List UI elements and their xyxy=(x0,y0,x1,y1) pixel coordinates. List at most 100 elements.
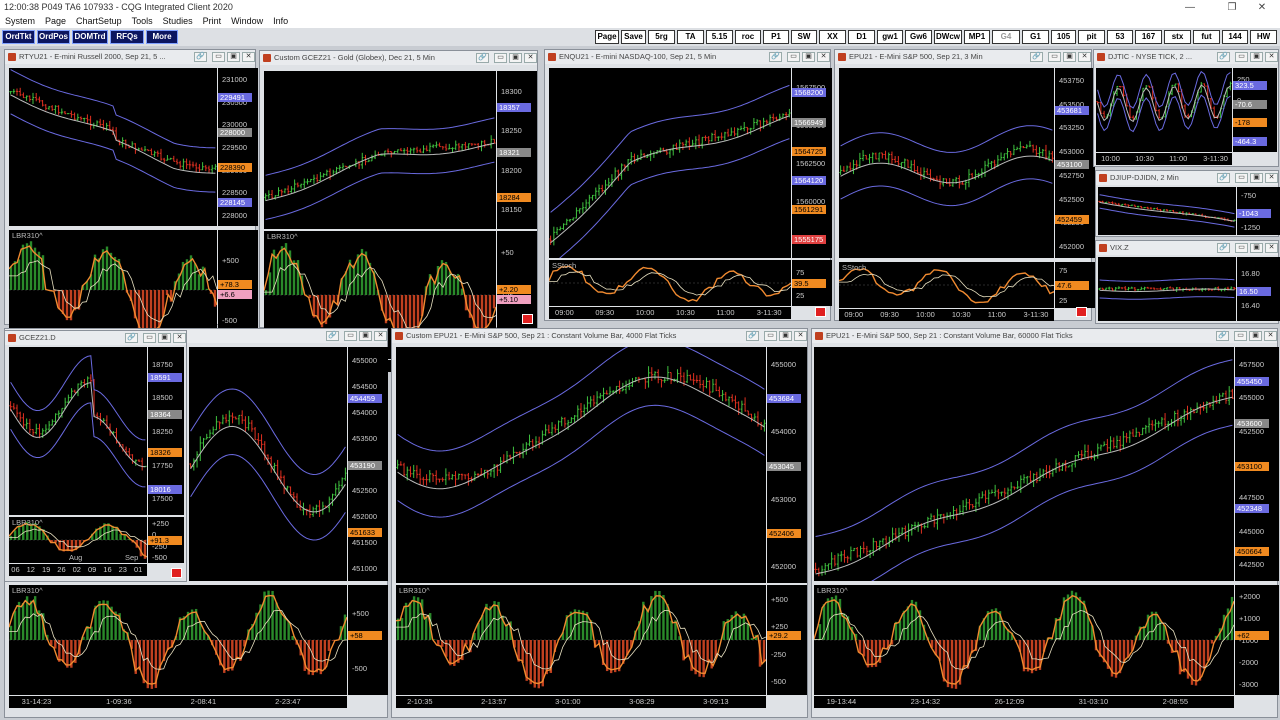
toolbar-button-3[interactable]: TA xyxy=(677,30,704,44)
menu-chartsetup[interactable]: ChartSetup xyxy=(71,15,127,28)
maximize-icon[interactable]: ▣ xyxy=(1063,52,1076,62)
minimize-icon[interactable]: ▭ xyxy=(1235,173,1248,183)
quick-button-domtrd[interactable]: DOMTrd xyxy=(72,30,108,44)
toolbar-button-19[interactable]: 167 xyxy=(1135,30,1162,44)
close-icon[interactable]: ✕ xyxy=(1265,243,1278,253)
link-icon[interactable]: 🔗 xyxy=(1217,173,1230,183)
chart-window-ep4k[interactable]: Custom EPU21 - E-Mini S&P 500, Sep 21 : … xyxy=(391,328,808,718)
maximize-icon[interactable]: ▣ xyxy=(802,52,815,62)
window-title-bar[interactable]: DJIUP-DJIDN, 2 Min 🔗 ▭ ▣ ✕ xyxy=(1096,171,1278,185)
minimize-icon[interactable]: ▭ xyxy=(764,331,777,341)
window-title-bar[interactable]: VIX.Z 🔗 ▭ ▣ ✕ xyxy=(1096,241,1278,255)
toolbar-button-7[interactable]: SW xyxy=(791,30,817,44)
maximize-icon[interactable]: ▣ xyxy=(779,331,792,341)
chart-window-gcd[interactable]: GCEZ21.D 🔗 ▭ ▣ ✕ 18750 18500 18250 17750 17500 185… xyxy=(4,330,187,582)
indicator-plot[interactable]: LBR310^ xyxy=(396,585,766,695)
minimize-icon[interactable]: ▭ xyxy=(1048,52,1061,62)
toolbar-button-23[interactable]: HW xyxy=(1250,30,1277,44)
toolbar-button-22[interactable]: 144 xyxy=(1222,30,1248,44)
chart-window-rty[interactable]: RTYU21 - E-mini Russell 2000, Sep 21, 5 … xyxy=(4,49,258,363)
chart-window-ep60k[interactable]: EPU21 - E-Mini S&P 500, Sep 21 : Constan… xyxy=(811,328,1279,718)
menu-system[interactable]: System xyxy=(0,15,40,28)
price-plot[interactable] xyxy=(549,68,791,258)
toolbar-button-4[interactable]: 5.15 xyxy=(706,30,733,44)
corner-flag-icon[interactable] xyxy=(171,568,182,578)
quick-button-ordtkt[interactable]: OrdTkt xyxy=(2,30,35,44)
toolbar-button-12[interactable]: DWcw xyxy=(934,30,962,44)
maximize-icon[interactable]: ▣ xyxy=(1250,173,1263,183)
toolbar-button-15[interactable]: G1 xyxy=(1022,30,1049,44)
indicator-plot[interactable]: LBR310^ xyxy=(9,585,347,695)
link-icon[interactable]: 🔗 xyxy=(1217,52,1230,62)
minimize-icon[interactable]: — xyxy=(1172,0,1208,15)
quick-button-rfqs[interactable]: RFQs xyxy=(110,30,144,44)
close-icon[interactable]: ✕ xyxy=(817,52,830,62)
chart-window-gc[interactable]: Custom GCEZ21 - Gold (Globex), Dec 21, 5… xyxy=(259,50,538,372)
close-icon[interactable]: ✕ xyxy=(524,53,537,63)
close-icon[interactable]: ✕ xyxy=(1244,0,1280,15)
link-icon[interactable]: 🔗 xyxy=(194,52,207,62)
toolbar-button-2[interactable]: 5rg xyxy=(648,30,675,44)
close-icon[interactable]: ✕ xyxy=(173,333,186,343)
toolbar-button-8[interactable]: XX xyxy=(819,30,846,44)
chart-window-vix[interactable]: VIX.Z 🔗 ▭ ▣ ✕ 16.80 16.40 16.50 xyxy=(1095,240,1280,324)
toolbar-button-17[interactable]: pit xyxy=(1078,30,1105,44)
minimize-icon[interactable]: ▭ xyxy=(1235,243,1248,253)
quick-button-ordpos[interactable]: OrdPos xyxy=(37,30,70,44)
minimize-icon[interactable]: ▭ xyxy=(1234,331,1247,341)
close-icon[interactable]: ✕ xyxy=(1265,52,1278,62)
chart-window-ditic[interactable]: DJTIC - NYSE TICK, 2 ...🔗▭▣✕2500-250-500… xyxy=(1093,49,1279,167)
window-title-bar[interactable]: ENQU21 - E-mini NASDAQ-100, Sep 21, 5 Mi… xyxy=(545,50,830,64)
price-plot[interactable] xyxy=(1098,187,1236,235)
minimize-icon[interactable]: ▭ xyxy=(344,331,357,341)
price-plot[interactable] xyxy=(264,71,496,229)
toolbar-button-18[interactable]: 53 xyxy=(1107,30,1133,44)
chart-window-ep3[interactable]: EPU21 - E-Mini S&P 500, Sep 21, 3 Min 🔗 ▭ ▣… xyxy=(834,49,1095,321)
maximize-icon[interactable]: ▣ xyxy=(1250,243,1263,253)
toolbar-button-0[interactable]: Page xyxy=(595,30,619,44)
maximize-icon[interactable]: ▣ xyxy=(509,53,522,63)
price-plot[interactable] xyxy=(814,347,1234,581)
toolbar-button-20[interactable]: stx xyxy=(1164,30,1191,44)
toolbar-button-14[interactable]: G4 xyxy=(992,30,1020,44)
maximize-icon[interactable]: ▣ xyxy=(1250,52,1263,62)
corner-flag-icon[interactable] xyxy=(1076,307,1087,317)
link-icon[interactable]: 🔗 xyxy=(1030,52,1043,62)
chart-window-enq[interactable]: ENQU21 - E-mini NASDAQ-100, Sep 21, 5 Mi… xyxy=(544,49,832,321)
link-icon[interactable]: 🔗 xyxy=(1217,243,1230,253)
toolbar-button-9[interactable]: D1 xyxy=(848,30,875,44)
corner-flag-icon[interactable] xyxy=(815,307,826,317)
menu-info[interactable]: Info xyxy=(268,15,293,28)
menu-page[interactable]: Page xyxy=(40,15,71,28)
window-title-bar[interactable]: Custom EPU21 - E-Mini S&P 500, Sep 21 : … xyxy=(392,329,807,343)
link-icon[interactable]: 🔗 xyxy=(1216,331,1229,341)
window-title-bar[interactable]: EPU21 - E-Mini S&P 500, Sep 21 : Constan… xyxy=(812,329,1277,343)
link-icon[interactable]: 🔗 xyxy=(476,53,489,63)
close-icon[interactable]: ✕ xyxy=(1265,173,1278,183)
toolbar-button-10[interactable]: gw1 xyxy=(877,30,903,44)
minimize-icon[interactable]: ▭ xyxy=(143,333,156,343)
maximize-icon[interactable]: ▣ xyxy=(359,331,372,341)
toolbar-button-13[interactable]: MP1 xyxy=(964,30,990,44)
menu-tools[interactable]: Tools xyxy=(127,15,158,28)
menu-print[interactable]: Print xyxy=(198,15,227,28)
price-plot[interactable] xyxy=(396,347,766,583)
minimize-icon[interactable]: ▭ xyxy=(787,52,800,62)
quick-button-more[interactable]: More xyxy=(146,30,178,44)
price-plot[interactable] xyxy=(1098,257,1236,321)
window-title-bar[interactable]: GCEZ21.D 🔗 ▭ ▣ ✕ xyxy=(5,331,186,345)
maximize-icon[interactable]: ▣ xyxy=(158,333,171,343)
window-title-bar[interactable]: EPU21 - E-Mini S&P 500, Sep 21, 3 Min 🔗 ▭ ▣… xyxy=(835,50,1091,64)
maximize-icon[interactable]: ▣ xyxy=(227,52,240,62)
minimize-icon[interactable]: ▭ xyxy=(1235,52,1248,62)
toolbar-button-5[interactable]: roc xyxy=(735,30,761,44)
menu-studies[interactable]: Studies xyxy=(158,15,198,28)
toolbar-button-11[interactable]: Gw6 xyxy=(905,30,932,44)
window-title-bar[interactable]: Custom GCEZ21 - Gold (Globex), Dec 21, 5… xyxy=(260,51,537,65)
link-icon[interactable]: 🔗 xyxy=(746,331,759,341)
price-plot[interactable] xyxy=(9,68,217,226)
close-icon[interactable]: ✕ xyxy=(1264,331,1277,341)
corner-flag-icon[interactable] xyxy=(522,314,533,324)
minimize-icon[interactable]: ▭ xyxy=(212,52,225,62)
maximize-icon[interactable]: ▣ xyxy=(1249,331,1262,341)
